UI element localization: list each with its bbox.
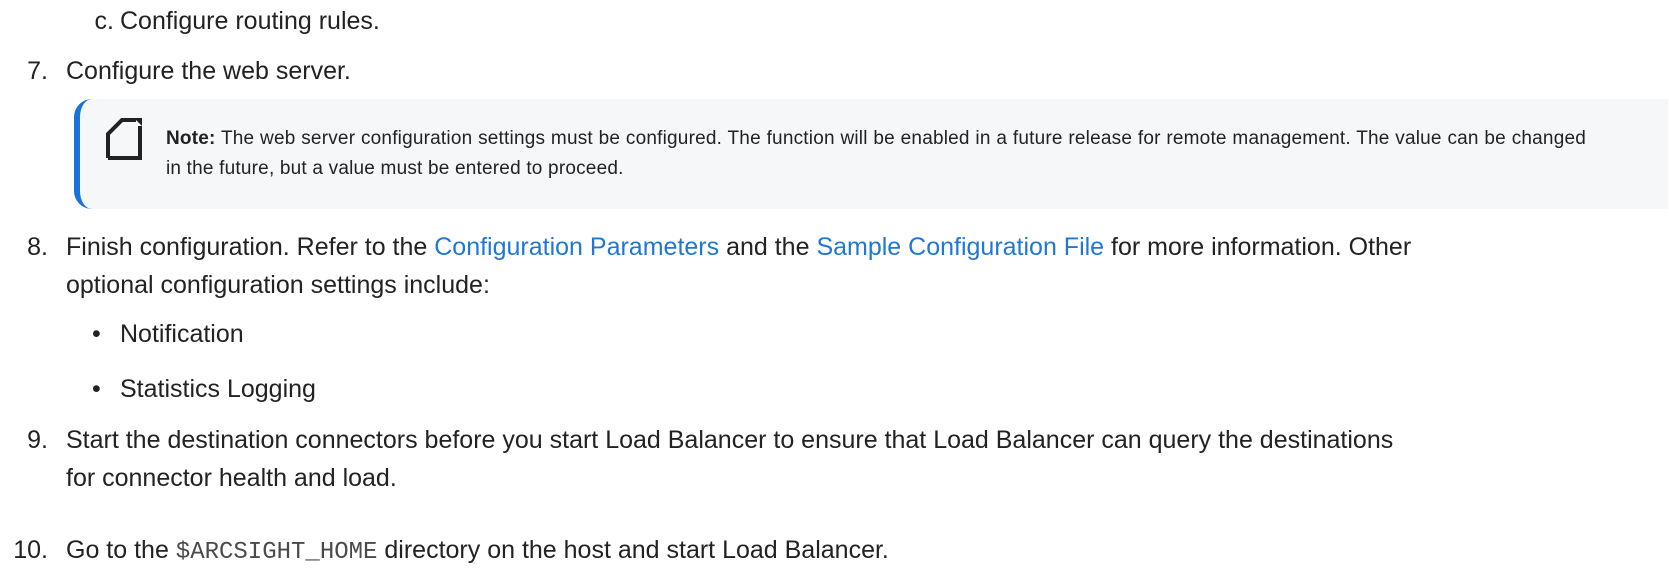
step-8-text-a: Finish configuration. Refer to the bbox=[66, 233, 435, 261]
step-8-text-c: for more information. Other bbox=[1104, 233, 1412, 261]
step-c-text: Configure routing rules. bbox=[120, 7, 380, 35]
bullet-dot: • bbox=[92, 320, 101, 348]
step-8-text-b: and the bbox=[719, 233, 817, 261]
step-8-line2: optional configuration settings include: bbox=[66, 271, 490, 299]
configuration-parameters-link[interactable]: Configuration Parameters bbox=[434, 233, 719, 261]
step-9-line2: for connector health and load. bbox=[66, 464, 397, 492]
step-10-text: Go to the $ARCSIGHT_HOME directory on th… bbox=[66, 533, 889, 570]
step-10-marker: 10. bbox=[13, 536, 48, 564]
bullet-statistics-logging: Statistics Logging bbox=[120, 375, 316, 403]
step-8-line1: Finish configuration. Refer to the Confi… bbox=[66, 230, 1411, 264]
bullet-dot: • bbox=[92, 375, 101, 403]
step-c-marker: c. bbox=[94, 7, 114, 35]
note-box: Note: The web server configuration setti… bbox=[74, 99, 1668, 209]
step-7-text: Configure the web server. bbox=[66, 57, 351, 85]
step-8-marker: 8. bbox=[27, 233, 48, 261]
step-7-marker: 7. bbox=[27, 57, 48, 85]
arcsight-home-code: $ARCSIGHT_HOME bbox=[175, 539, 378, 566]
note-icon bbox=[106, 118, 142, 160]
note-label: Note: bbox=[166, 128, 216, 149]
bullet-notification: Notification bbox=[120, 320, 244, 348]
step-9-marker: 9. bbox=[27, 426, 48, 454]
step-10-text-a: Go to the bbox=[66, 536, 176, 564]
sample-configuration-file-link[interactable]: Sample Configuration File bbox=[816, 233, 1104, 261]
note-body: The web server configuration settings mu… bbox=[166, 128, 1586, 179]
note-text: Note: The web server configuration setti… bbox=[166, 124, 1586, 184]
step-9-line1: Start the destination connectors before … bbox=[66, 426, 1394, 454]
step-10-text-b: directory on the host and start Load Bal… bbox=[377, 536, 889, 564]
